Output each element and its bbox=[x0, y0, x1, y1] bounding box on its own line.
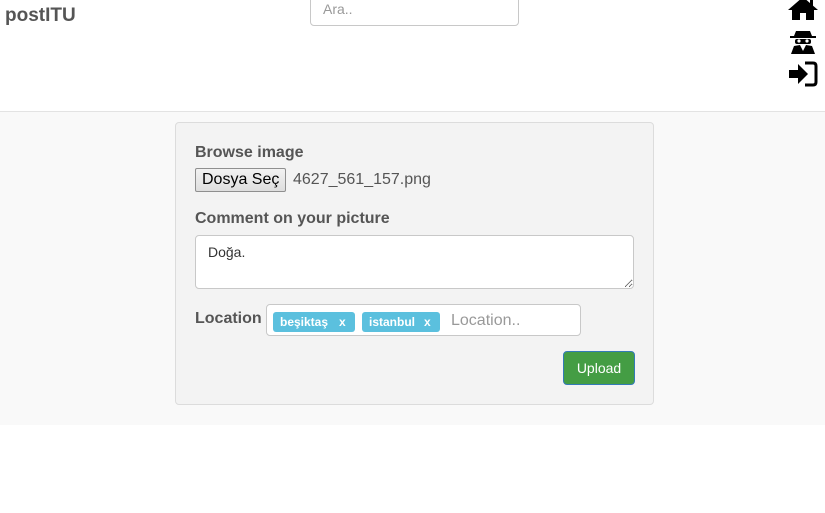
location-label: Location bbox=[195, 310, 262, 327]
choose-file-button[interactable]: Dosya Seç bbox=[195, 168, 287, 192]
remove-tag-button[interactable]: x bbox=[424, 312, 431, 332]
home-icon[interactable] bbox=[786, 0, 820, 22]
search-input[interactable] bbox=[310, 0, 519, 26]
location-input[interactable] bbox=[451, 309, 573, 333]
sign-in-icon[interactable] bbox=[786, 60, 820, 87]
location-tag: istanbul x bbox=[362, 312, 440, 332]
browse-image-label: Browse image bbox=[195, 144, 304, 161]
remove-tag-button[interactable]: x bbox=[339, 312, 346, 332]
location-tag: beşiktaş x bbox=[273, 312, 355, 332]
brand-logo[interactable]: postITU bbox=[5, 5, 76, 27]
location-tag-label: istanbul bbox=[369, 315, 416, 329]
selected-file-name: 4627_561_157.png bbox=[293, 171, 431, 188]
spy-icon[interactable] bbox=[786, 27, 820, 54]
comment-label: Comment on your picture bbox=[195, 210, 390, 227]
location-tags-input[interactable]: beşiktaş x istanbul x bbox=[266, 304, 581, 336]
upload-button[interactable]: Upload bbox=[563, 351, 635, 385]
navbar: postITU bbox=[0, 0, 825, 112]
upload-form-panel: Browse image Dosya Seç 4627_561_157.png … bbox=[175, 122, 654, 405]
location-tag-label: beşiktaş bbox=[280, 315, 329, 329]
comment-textarea[interactable]: Doğa. bbox=[195, 235, 634, 289]
